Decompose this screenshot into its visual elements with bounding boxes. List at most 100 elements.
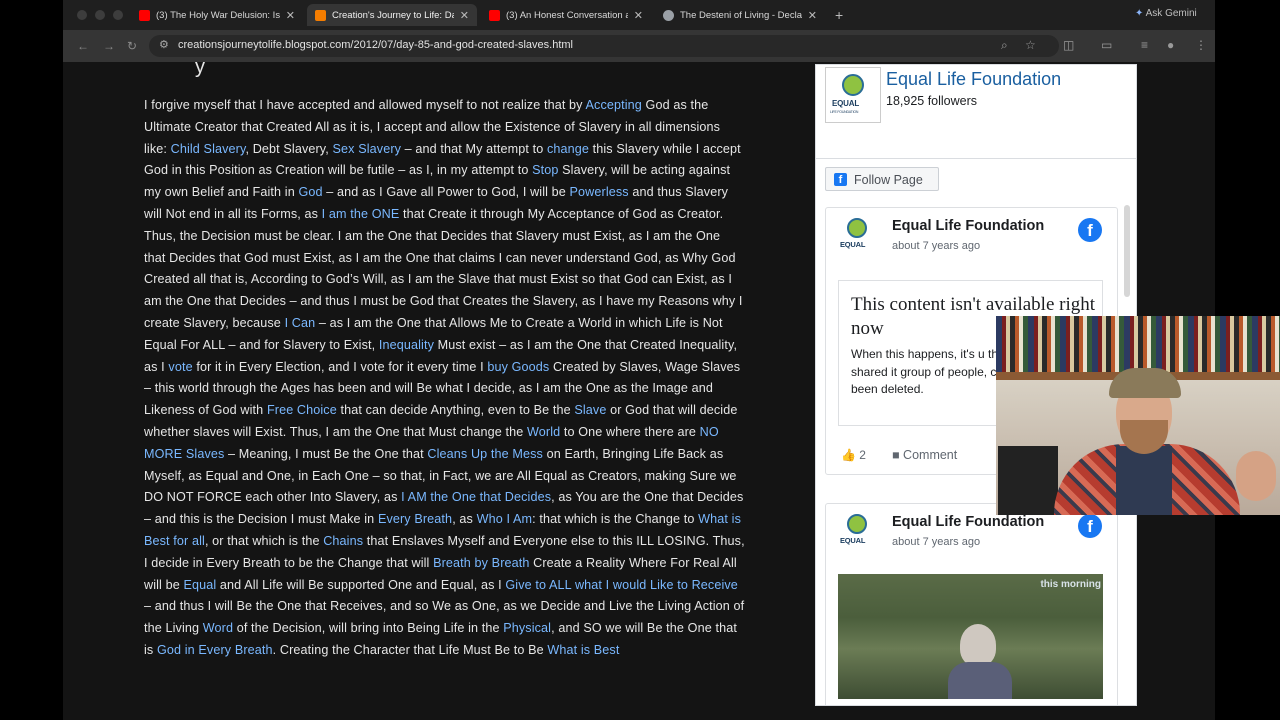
logo-text: EQUAL: [840, 536, 866, 545]
zoom-icon[interactable]: ⌕: [1001, 38, 1008, 53]
webcam-overlay: [996, 316, 1280, 515]
article-text: for it in Every Election, and I vote for…: [192, 359, 488, 374]
like-button[interactable]: 👍 2: [841, 448, 866, 462]
globe-logo-icon: [847, 514, 867, 534]
article-link[interactable]: Slave: [574, 403, 606, 417]
blogger-icon: [315, 9, 326, 21]
logo-text: EQUAL: [840, 240, 866, 249]
youtube-icon: [489, 9, 500, 21]
chair: [998, 446, 1058, 515]
tab-bar: (3) The Holy War Delusion: Is ✕ Creation…: [63, 0, 1215, 30]
follow-label: Follow Page: [854, 173, 923, 187]
post-avatar[interactable]: EQUAL: [840, 514, 876, 550]
tshirt: [1116, 446, 1172, 515]
article-link[interactable]: God in Every Breath: [157, 643, 273, 657]
tab-3[interactable]: The Desteni of Living - Decla ✕: [655, 4, 825, 26]
comment-button[interactable]: ■ Comment: [892, 448, 957, 462]
widget-scrollbar[interactable]: [1124, 205, 1130, 297]
post-author[interactable]: Equal Life Foundation: [892, 218, 1044, 234]
person-body: [948, 662, 1012, 699]
tab-2[interactable]: (3) An Honest Conversation a ✕: [481, 4, 651, 26]
extensions-icon[interactable]: ◫: [1063, 38, 1074, 52]
tab-1[interactable]: Creation's Journey to Life: Da ✕: [307, 4, 477, 26]
facebook-icon[interactable]: f: [1078, 218, 1102, 242]
article-link[interactable]: Physical: [503, 621, 551, 635]
close-tab-icon[interactable]: ✕: [460, 9, 469, 22]
ask-gemini-button[interactable]: ✦ Ask Gemini: [1135, 8, 1197, 19]
article-link[interactable]: Free Choice: [267, 403, 337, 417]
address-bar[interactable]: ⚙ creationsjourneytolife.blogspot.com/20…: [149, 35, 1059, 57]
close-tab-icon[interactable]: ✕: [286, 9, 295, 22]
tab-0[interactable]: (3) The Holy War Delusion: Is ✕: [131, 4, 303, 26]
article-text: of the Decision, will bring into Being L…: [233, 621, 504, 636]
article-link[interactable]: Cleans Up the Mess: [427, 447, 543, 461]
article-text: – and as I Gave all Power to God, I will…: [322, 185, 570, 200]
article-link[interactable]: change: [547, 142, 589, 156]
cap: [1109, 368, 1181, 398]
close-tab-icon[interactable]: ✕: [808, 9, 817, 22]
article-text: : that which is the Change to: [532, 512, 699, 527]
window-controls[interactable]: [77, 10, 123, 20]
bookmark-star-icon[interactable]: ☆: [1025, 38, 1036, 52]
article-link[interactable]: Give to ALL what I would Like to Receive: [505, 578, 738, 592]
gemini-icon: ✦: [1135, 8, 1144, 19]
article-link[interactable]: buy Goods: [487, 360, 549, 374]
facebook-icon[interactable]: f: [1078, 514, 1102, 538]
reload-icon[interactable]: ↻: [127, 39, 137, 53]
article-link[interactable]: Every Breath: [378, 512, 452, 526]
tab-title: The Desteni of Living - Decla: [680, 9, 802, 21]
article-link[interactable]: Equal: [183, 578, 216, 592]
tab-title: Creation's Journey to Life: Da: [332, 9, 454, 21]
follow-page-button[interactable]: f Follow Page: [825, 167, 939, 191]
article-link[interactable]: Powerless: [570, 185, 629, 199]
article-link[interactable]: vote: [168, 360, 192, 374]
post-video-thumbnail[interactable]: this morning: [838, 574, 1103, 699]
article-link[interactable]: Breath by Breath: [433, 556, 529, 570]
article-text: and All Life will Be supported One and E…: [216, 577, 506, 592]
article-link[interactable]: Chains: [323, 534, 363, 548]
post-date[interactable]: about 7 years ago: [892, 536, 980, 548]
article-text: . Creating the Character that Life Must …: [272, 642, 548, 657]
profile-avatar-icon[interactable]: ●: [1167, 38, 1174, 52]
thumbs-up-icon: 👍: [841, 448, 856, 462]
article-link[interactable]: Stop: [532, 163, 558, 177]
person-figure: [960, 624, 996, 666]
follower-count: 18,925 followers: [886, 94, 978, 108]
article-link[interactable]: Accepting: [586, 98, 642, 112]
new-tab-button[interactable]: +: [835, 7, 843, 23]
article-link[interactable]: Who I Am: [477, 512, 533, 526]
article-link[interactable]: World: [527, 425, 560, 439]
article-text: that can decide Anything, even to Be the: [336, 403, 575, 418]
article-text: – and that My attempt to: [401, 141, 547, 156]
article-text: I forgive myself that I have accepted an…: [144, 98, 586, 112]
menu-icon[interactable]: ⋮: [1195, 38, 1207, 52]
article-link[interactable]: Child Slavery: [171, 142, 246, 156]
article-link[interactable]: What is Best: [547, 643, 619, 657]
article-link[interactable]: Inequality: [379, 338, 434, 352]
media-icon[interactable]: ≡: [1141, 38, 1148, 52]
globe-logo-icon: [847, 218, 867, 238]
like-count: 2: [859, 448, 866, 462]
article-link[interactable]: I Can: [285, 316, 316, 330]
post-avatar[interactable]: EQUAL: [840, 218, 876, 254]
back-icon[interactable]: ←: [77, 39, 89, 53]
bookshelf: [996, 316, 1280, 372]
page-name-link[interactable]: Equal Life Foundation: [886, 69, 1061, 90]
post-author[interactable]: Equal Life Foundation: [892, 514, 1044, 530]
post-date[interactable]: about 7 years ago: [892, 240, 980, 252]
url-text: creationsjourneytolife.blogspot.com/2012…: [178, 39, 574, 51]
forward-icon[interactable]: →: [103, 39, 115, 53]
page-logo[interactable]: EQUAL LIFE FOUNDATION: [825, 67, 881, 123]
article-link[interactable]: Word: [203, 621, 233, 635]
article-text: that Create it through My Acceptance of …: [144, 206, 743, 330]
site-settings-icon[interactable]: ⚙: [159, 38, 169, 51]
sidepanel-icon[interactable]: ▭: [1101, 38, 1112, 52]
article-link[interactable]: I AM the One that Decides: [401, 490, 551, 504]
article-link[interactable]: God: [298, 185, 322, 199]
globe-icon: [663, 9, 674, 21]
article-text: – Meaning, I must Be the One that: [224, 446, 428, 461]
tab-title: (3) The Holy War Delusion: Is: [156, 9, 280, 21]
article-link[interactable]: I am the ONE: [322, 207, 400, 221]
close-tab-icon[interactable]: ✕: [634, 9, 643, 22]
article-link[interactable]: Sex Slavery: [333, 142, 402, 156]
